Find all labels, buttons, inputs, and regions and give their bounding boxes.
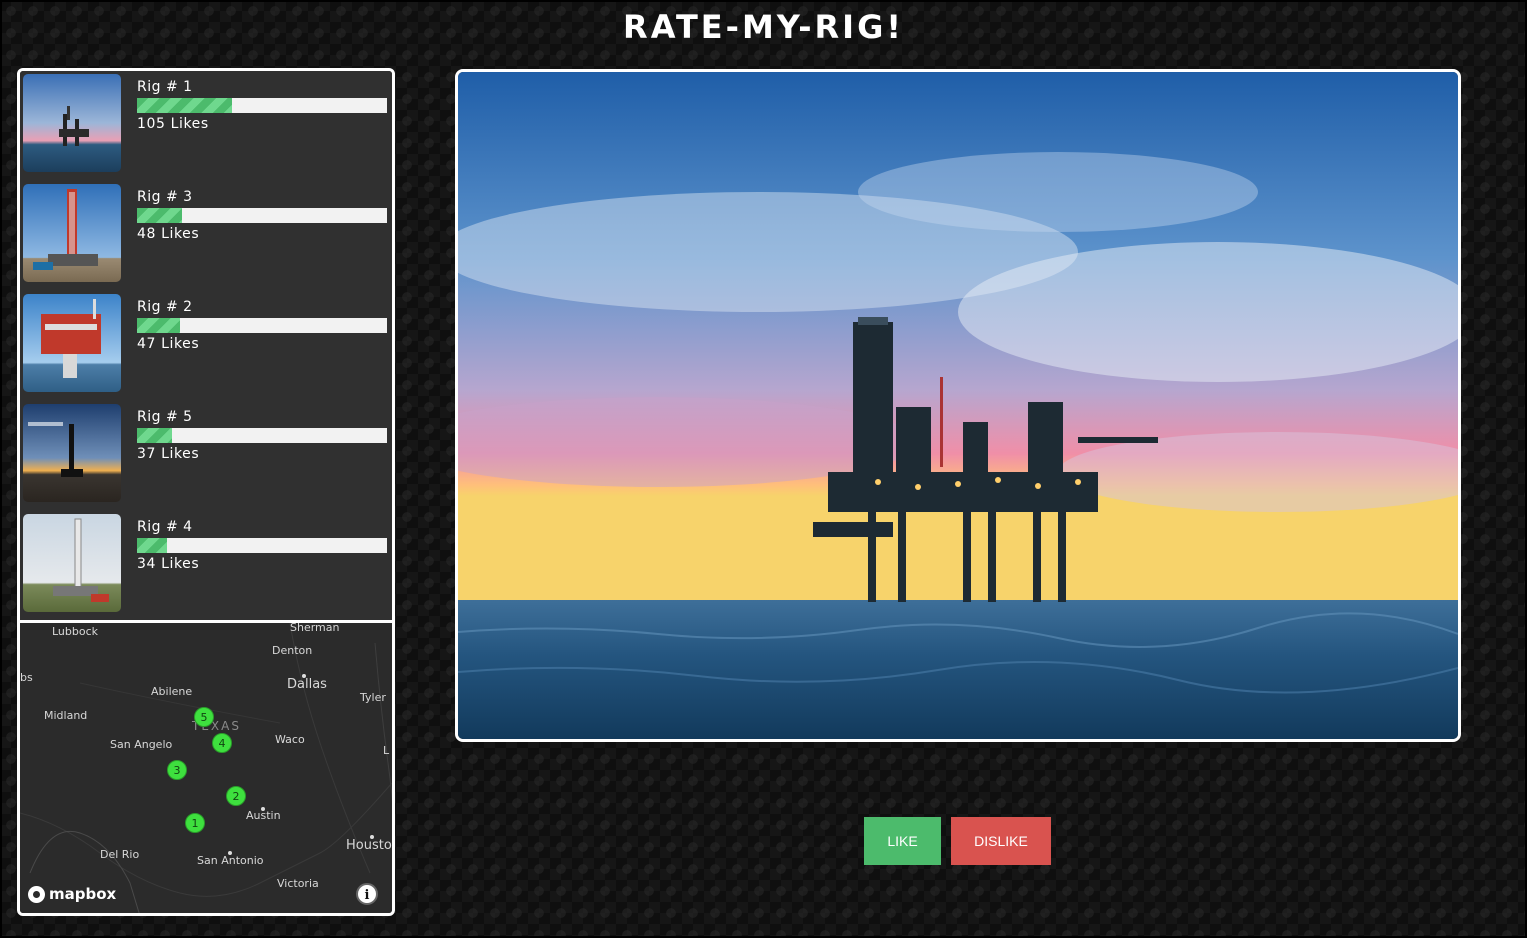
likes-progress-fill — [137, 538, 167, 553]
likes-progress-bar — [137, 318, 387, 333]
rig-likes-count: 37 Likes — [137, 446, 200, 462]
rig-likes-count: 34 Likes — [137, 556, 200, 572]
likes-progress-bar — [137, 208, 387, 223]
rig-list-item[interactable]: Rig # 1 105 Likes — [20, 71, 392, 181]
rig-thumbnail[interactable] — [23, 74, 121, 172]
likes-progress-bar — [137, 538, 387, 553]
rig-name: Rig # 2 — [137, 299, 193, 315]
rig-name: Rig # 5 — [137, 409, 193, 425]
rig-list-item[interactable]: Rig # 4 34 Likes — [20, 511, 392, 621]
like-button[interactable]: LIKE — [864, 817, 941, 865]
map-label-del-rio: Del Rio — [100, 848, 140, 861]
map-label-edge-east: L — [383, 744, 390, 757]
rig-name: Rig # 1 — [137, 79, 193, 95]
map-label-waco: Waco — [275, 733, 305, 746]
rig-location-map[interactable]: Lubbock Sherman Denton Dallas Tyler bs A… — [20, 620, 392, 913]
mapbox-attribution: mapbox — [49, 885, 117, 903]
rig-list-item[interactable]: Rig # 2 47 Likes — [20, 291, 392, 401]
map-label-lubbock: Lubbock — [52, 625, 99, 638]
map-label-dallas: Dallas — [287, 677, 327, 692]
map-label-midland: Midland — [44, 709, 88, 722]
map-label-san-angelo: San Angelo — [110, 738, 173, 751]
mapbox-logo[interactable]: mapbox — [28, 885, 116, 903]
map-label-sherman: Sherman — [290, 621, 340, 634]
featured-rig-image — [455, 69, 1461, 742]
likes-progress-bar — [137, 428, 387, 443]
map-marker-rig[interactable]: 1 — [185, 813, 205, 833]
page-title: RATE-MY-RIG! — [623, 8, 904, 46]
rig-thumbnail[interactable] — [23, 294, 121, 392]
map-label-edge-west: bs — [20, 671, 33, 684]
rig-list-item[interactable]: Rig # 3 48 Likes — [20, 181, 392, 291]
rig-name: Rig # 3 — [137, 189, 193, 205]
map-label-tyler: Tyler — [360, 691, 386, 704]
likes-progress-fill — [137, 208, 182, 223]
likes-progress-fill — [137, 428, 172, 443]
map-marker-rig[interactable]: 5 — [194, 707, 214, 727]
map-label-houston: Housto — [346, 838, 392, 853]
map-terrain — [20, 623, 392, 913]
rig-list: Rig # 1 105 Likes Rig # 3 48 Likes Rig #… — [20, 71, 392, 620]
rig-likes-count: 105 Likes — [137, 116, 209, 132]
map-marker-rig[interactable]: 2 — [226, 786, 246, 806]
map-label-abilene: Abilene — [151, 685, 193, 698]
rig-thumbnail[interactable] — [23, 514, 121, 612]
likes-progress-fill — [137, 318, 180, 333]
map-marker-rig[interactable]: 3 — [167, 760, 187, 780]
map-label-victoria: Victoria — [277, 877, 319, 890]
rig-thumbnail[interactable] — [23, 404, 121, 502]
map-label-austin: Austin — [246, 809, 281, 822]
map-label-denton: Denton — [272, 644, 313, 657]
rig-list-item[interactable]: Rig # 5 37 Likes — [20, 401, 392, 511]
mapbox-icon — [28, 885, 45, 903]
rig-likes-count: 47 Likes — [137, 336, 200, 352]
map-label-san-antonio: San Antonio — [197, 854, 264, 867]
rig-name: Rig # 4 — [137, 519, 193, 535]
map-marker-rig[interactable]: 4 — [212, 733, 232, 753]
dislike-button[interactable]: DISLIKE — [951, 817, 1051, 865]
rig-leaderboard-panel: Rig # 1 105 Likes Rig # 3 48 Likes Rig #… — [17, 68, 395, 916]
likes-progress-bar — [137, 98, 387, 113]
map-info-button[interactable]: i — [356, 883, 378, 905]
offshore-rig-photo — [458, 72, 1458, 739]
likes-progress-fill — [137, 98, 232, 113]
rig-thumbnail[interactable] — [23, 184, 121, 282]
rig-likes-count: 48 Likes — [137, 226, 200, 242]
